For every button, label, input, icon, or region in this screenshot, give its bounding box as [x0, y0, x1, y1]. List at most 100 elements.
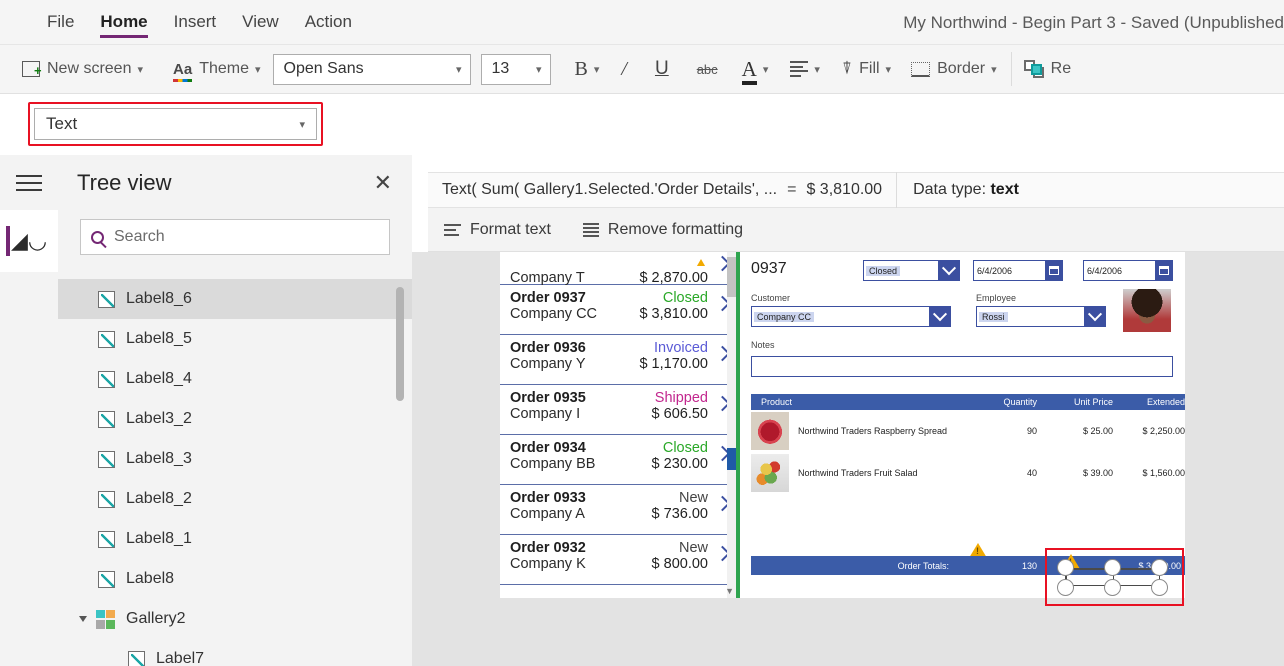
- font-size-select[interactable]: 13 ▾: [480, 53, 551, 85]
- table-row[interactable]: Northwind Traders Raspberry Spread 90 $ …: [751, 410, 1185, 452]
- format-text-button[interactable]: Format text: [428, 221, 567, 239]
- label-icon: [98, 410, 115, 428]
- search-input[interactable]: Search: [80, 219, 390, 255]
- chevron-down-icon[interactable]: [929, 307, 950, 326]
- data-type-value: text: [990, 181, 1019, 198]
- tree-node-label8-6[interactable]: Label8_6: [58, 279, 412, 319]
- reorder-button[interactable]: Re: [1016, 45, 1079, 94]
- fill-button[interactable]: ⍒ Fill ▾: [832, 45, 901, 94]
- selection-handles[interactable]: [1057, 559, 1168, 596]
- gallery-row[interactable]: Order 0935 Shipped Company I $ 606.50: [500, 385, 736, 435]
- chevron-expand-icon[interactable]: [79, 616, 87, 622]
- tree-view-header: Tree view ✕: [58, 155, 412, 210]
- gallery-row[interactable]: Order 0936 Invoiced Company Y $ 1,170.00: [500, 335, 736, 385]
- gallery-row[interactable]: Order 0937 Closed Company CC $ 3,810.00: [500, 285, 736, 335]
- gallery-amount: $ 606.50: [651, 406, 708, 422]
- tree-node-label: Label8_4: [126, 370, 192, 387]
- tree-scrollbar-thumb[interactable]: [396, 287, 404, 401]
- tree-node-label8-2[interactable]: Label8_2: [58, 479, 412, 519]
- tree-node-gallery2[interactable]: Gallery2: [58, 599, 412, 639]
- scroll-down-icon[interactable]: ▼: [725, 586, 734, 596]
- gallery-row[interactable]: Company T $ 2,870.00: [500, 252, 736, 286]
- product-image: [751, 454, 789, 492]
- theme-button[interactable]: Aa Theme ▾: [165, 45, 269, 94]
- bold-button[interactable]: B ▾: [567, 45, 608, 94]
- gallery-scrollbar[interactable]: ▼: [725, 252, 736, 598]
- calendar-icon[interactable]: [1045, 261, 1062, 280]
- menu-item-file[interactable]: File: [34, 0, 87, 45]
- required-date-field[interactable]: 6/4/2006: [1083, 260, 1173, 281]
- tree-node-list[interactable]: Label8_6 Label8_5 Label8_4 Label3_2 Labe…: [58, 279, 412, 666]
- reorder-label: Re: [1050, 60, 1072, 77]
- border-button[interactable]: Border ▾: [901, 45, 1007, 94]
- tree-node-label8[interactable]: Label8: [58, 559, 412, 599]
- result-equals: =: [787, 181, 797, 198]
- font-color-button[interactable]: A ▾: [732, 45, 779, 94]
- app-screen-preview: Company T $ 2,870.00 Order 0937 Closed C…: [500, 252, 1185, 598]
- underline-button[interactable]: U: [641, 45, 683, 94]
- align-button[interactable]: ▾: [778, 45, 832, 94]
- table-row[interactable]: Northwind Traders Fruit Salad 40 $ 39.00…: [751, 452, 1185, 494]
- order-detail-pane: 0937 Closed 6/4/2006 6/4/2006 Customer C…: [740, 252, 1185, 598]
- detail-order-number: 0937: [751, 260, 787, 277]
- gallery-status: Closed: [662, 290, 708, 306]
- chevron-down-icon[interactable]: [938, 261, 959, 280]
- tree-node-label3-2[interactable]: Label3_2: [58, 399, 412, 439]
- tree-node-label8-3[interactable]: Label8_3: [58, 439, 412, 479]
- label-icon: [98, 290, 115, 308]
- gallery-row[interactable]: Order 0934 Closed Company BB $ 230.00: [500, 435, 736, 485]
- tree-node-label8-4[interactable]: Label8_4: [58, 359, 412, 399]
- status-dropdown[interactable]: Closed: [863, 260, 960, 281]
- menu-item-home[interactable]: Home: [87, 0, 160, 45]
- employee-dropdown[interactable]: Rossi: [976, 306, 1106, 327]
- order-date-field[interactable]: 6/4/2006: [973, 260, 1063, 281]
- close-icon[interactable]: ✕: [374, 171, 392, 194]
- customer-dropdown[interactable]: Company CC: [751, 306, 951, 327]
- gallery-row[interactable]: Order 0932 New Company K $ 800.00: [500, 535, 736, 585]
- new-screen-button[interactable]: New screen ▾: [0, 45, 151, 94]
- label-icon: [98, 370, 115, 388]
- bold-icon: B: [574, 57, 588, 80]
- chevron-down-icon: ▾: [762, 63, 769, 76]
- font-family-select[interactable]: Open Sans ▾: [272, 53, 471, 85]
- property-select-value: Text: [46, 114, 78, 133]
- remove-formatting-button[interactable]: Remove formatting: [567, 221, 759, 239]
- calendar-icon[interactable]: [1155, 261, 1172, 280]
- tree-node-label: Label3_2: [126, 410, 192, 427]
- layers-icon: ◢◡: [10, 228, 48, 253]
- tree-view-panel: Tree view ✕ Search Label8_6 Label8_5 Lab…: [58, 155, 412, 666]
- resize-handle-bl[interactable]: [1057, 579, 1074, 596]
- required-date-value: 6/4/2006: [1087, 265, 1123, 276]
- resize-handle-br[interactable]: [1151, 579, 1168, 596]
- table-header-row: Product Quantity Unit Price Extended: [751, 394, 1185, 410]
- gallery-scrollbar-thumb[interactable]: [727, 257, 736, 297]
- gallery-amount: $ 230.00: [651, 456, 708, 472]
- resize-handle-tr[interactable]: [1151, 559, 1168, 576]
- chevron-down-icon[interactable]: [1084, 307, 1105, 326]
- menu-item-view[interactable]: View: [229, 0, 292, 45]
- tree-scrollbar[interactable]: [396, 279, 404, 666]
- tree-node-label8-5[interactable]: Label8_5: [58, 319, 412, 359]
- notes-input[interactable]: [751, 356, 1173, 377]
- resize-handle-tc[interactable]: [1104, 559, 1121, 576]
- gallery-amount: $ 3,810.00: [639, 306, 708, 322]
- italic-button[interactable]: /: [607, 45, 641, 94]
- tree-view-tab[interactable]: ◢◡: [0, 210, 58, 272]
- new-screen-icon: [22, 61, 42, 77]
- gallery-row[interactable]: Order 0933 New Company A $ 736.00: [500, 485, 736, 535]
- orders-gallery[interactable]: Company T $ 2,870.00 Order 0937 Closed C…: [500, 252, 736, 598]
- detail-header: 0937 Closed 6/4/2006 6/4/2006: [740, 252, 1185, 290]
- menu-item-insert[interactable]: Insert: [161, 0, 230, 45]
- resize-handle-bc[interactable]: [1104, 579, 1121, 596]
- hamburger-menu-button[interactable]: [0, 155, 58, 210]
- strikethrough-button[interactable]: abc: [683, 45, 732, 94]
- tree-node-label7[interactable]: Label7: [58, 639, 412, 666]
- tree-node-label8-1[interactable]: Label8_1: [58, 519, 412, 559]
- menu-item-action[interactable]: Action: [292, 0, 365, 45]
- gallery-scrollbar-indicator: [727, 448, 736, 470]
- format-text-icon: [444, 223, 461, 236]
- property-select[interactable]: Text ▾: [34, 108, 317, 140]
- product-name: Northwind Traders Raspberry Spread: [798, 426, 948, 436]
- tree-node-label: Gallery2: [126, 610, 186, 627]
- resize-handle-tl[interactable]: [1057, 559, 1074, 576]
